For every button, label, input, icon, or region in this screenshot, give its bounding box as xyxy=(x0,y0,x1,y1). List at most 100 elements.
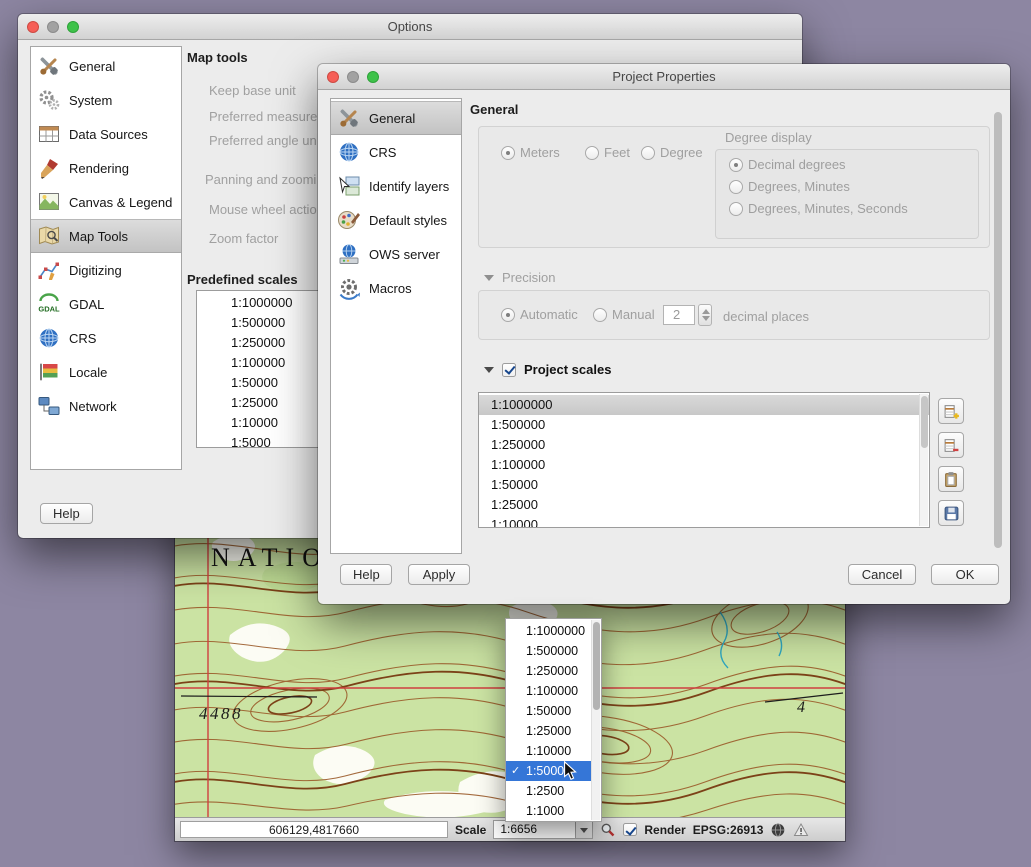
sidebar-item-macros[interactable]: Macros xyxy=(331,271,461,305)
sidebar-item-label: OWS server xyxy=(369,247,440,262)
window-title: Options xyxy=(18,14,802,40)
menu-item[interactable]: 1:100000 xyxy=(506,681,592,701)
scale-combobox[interactable]: 1:6656 xyxy=(493,820,593,839)
sidebar-item-network[interactable]: Network xyxy=(31,389,181,423)
radio-degrees-minutes[interactable]: Degrees, Minutes xyxy=(729,179,850,194)
radio-decimal-degrees[interactable]: Decimal degrees xyxy=(729,157,846,172)
save-scales-button[interactable] xyxy=(938,500,964,526)
sidebar-item-locale[interactable]: Locale xyxy=(31,355,181,389)
project-scales-header[interactable]: Project scales xyxy=(484,362,611,377)
options-titlebar[interactable]: Options xyxy=(18,14,802,40)
sidebar-item-canvas-legend[interactable]: Canvas & Legend xyxy=(31,185,181,219)
sidebar-item-map-tools[interactable]: Map Tools xyxy=(31,219,181,253)
add-scale-button[interactable] xyxy=(938,398,964,424)
sidebar-item-rendering[interactable]: Rendering xyxy=(31,151,181,185)
sidebar-item-default-styles[interactable]: Default styles xyxy=(331,203,461,237)
sidebar-item-identify-layers[interactable]: Identify layers xyxy=(331,169,461,203)
network-icon xyxy=(37,394,61,418)
sidebar-item-label: Default styles xyxy=(369,213,447,228)
sidebar-item-crs[interactable]: CRS xyxy=(331,135,461,169)
scale-combobox-value[interactable]: 1:6656 xyxy=(494,821,575,838)
radio-degree[interactable]: Degree xyxy=(641,145,703,160)
remove-scale-button[interactable] xyxy=(938,432,964,458)
sidebar-item-label: CRS xyxy=(369,145,396,160)
radio-manual[interactable]: Manual xyxy=(593,307,655,322)
radio-meters[interactable]: Meters xyxy=(501,145,560,160)
radio-button[interactable] xyxy=(729,158,743,172)
checkmark-icon: ✓ xyxy=(511,761,520,781)
spinner-stepper[interactable] xyxy=(698,304,712,326)
save-icon xyxy=(943,505,960,522)
locale-icon xyxy=(37,360,61,384)
precision-group: Automatic Manual 2 decimal places xyxy=(478,290,990,340)
decimal-places-spinner[interactable]: 2 xyxy=(663,304,712,326)
digitizing-icon xyxy=(37,258,61,282)
radio-button[interactable] xyxy=(641,146,655,160)
project-scales-list[interactable]: 1:1000000 1:500000 1:250000 1:100000 1:5… xyxy=(478,392,930,528)
radio-button[interactable] xyxy=(501,146,515,160)
list-item[interactable]: 1:100000 xyxy=(479,455,929,475)
help-button[interactable]: Help xyxy=(340,564,392,585)
magnifier-icon[interactable] xyxy=(600,822,616,838)
menu-item[interactable]: 1:1000000 xyxy=(506,621,592,641)
sidebar-item-label: Locale xyxy=(69,365,107,380)
sidebar-item-gdal[interactable]: GDAL GDAL xyxy=(31,287,181,321)
menu-item[interactable]: 1:10000 xyxy=(506,741,592,761)
globe-icon xyxy=(337,140,361,164)
list-item[interactable]: 1:250000 xyxy=(479,435,929,455)
crs-status-label: EPSG:26913 xyxy=(693,823,764,837)
ok-button[interactable]: OK xyxy=(931,564,999,585)
radio-button[interactable] xyxy=(593,308,607,322)
spinner-value[interactable]: 2 xyxy=(663,305,695,325)
load-scales-button[interactable] xyxy=(938,466,964,492)
radio-automatic[interactable]: Automatic xyxy=(501,307,578,322)
list-item[interactable]: 1:1000000 xyxy=(479,395,929,415)
list-item[interactable]: 1:500000 xyxy=(479,415,929,435)
gdal-icon: GDAL xyxy=(37,292,61,316)
sidebar-item-data-sources[interactable]: Data Sources xyxy=(31,117,181,151)
project-properties-titlebar[interactable]: Project Properties xyxy=(318,64,1010,90)
sidebar-item-crs[interactable]: CRS xyxy=(31,321,181,355)
menu-item[interactable]: 1:25000 xyxy=(506,721,592,741)
radio-button[interactable] xyxy=(729,202,743,216)
radio-degrees-minutes-seconds[interactable]: Degrees, Minutes, Seconds xyxy=(729,201,908,216)
option-label: Keep base unit xyxy=(209,83,296,98)
menu-item[interactable]: 1:50000 xyxy=(506,701,592,721)
globe-icon xyxy=(37,326,61,350)
sidebar-item-label: General xyxy=(69,59,115,74)
cancel-button[interactable]: Cancel xyxy=(848,564,916,585)
list-scrollbar[interactable] xyxy=(919,394,928,526)
precision-header[interactable]: Precision xyxy=(484,270,555,285)
sidebar-item-digitizing[interactable]: Digitizing xyxy=(31,253,181,287)
list-item[interactable]: 1:10000 xyxy=(479,515,929,528)
project-scales-checkbox[interactable] xyxy=(502,363,516,377)
sidebar-item-general[interactable]: General xyxy=(331,101,461,135)
scale-combobox-arrow[interactable] xyxy=(575,821,592,838)
sidebar-item-ows-server[interactable]: OWS server xyxy=(331,237,461,271)
map-label-elevation: 4488 xyxy=(199,704,243,723)
menu-scrollbar[interactable] xyxy=(591,620,600,820)
menu-item[interactable]: 1:2500 xyxy=(506,781,592,801)
radio-feet[interactable]: Feet xyxy=(585,145,630,160)
list-item[interactable]: 1:50000 xyxy=(479,475,929,495)
crs-status-icon[interactable] xyxy=(770,822,786,838)
apply-button[interactable]: Apply xyxy=(408,564,470,585)
sidebar-item-system[interactable]: System xyxy=(31,83,181,117)
log-messages-icon[interactable] xyxy=(793,822,809,838)
list-item[interactable]: 1:25000 xyxy=(479,495,929,515)
collapse-arrow-icon[interactable] xyxy=(484,367,494,373)
render-checkbox[interactable] xyxy=(623,823,637,836)
menu-item[interactable]: 1:1000 xyxy=(506,801,592,821)
collapse-arrow-icon[interactable] xyxy=(484,275,494,281)
radio-button[interactable] xyxy=(585,146,599,160)
menu-item[interactable]: 1:250000 xyxy=(506,661,592,681)
sidebar-item-label: Map Tools xyxy=(69,229,128,244)
sidebar-item-label: Macros xyxy=(369,281,412,296)
menu-item[interactable]: 1:500000 xyxy=(506,641,592,661)
radio-button[interactable] xyxy=(501,308,515,322)
coordinate-box[interactable]: 606129,4817660 xyxy=(180,821,448,838)
sidebar-item-general[interactable]: General xyxy=(31,49,181,83)
radio-button[interactable] xyxy=(729,180,743,194)
help-button[interactable]: Help xyxy=(40,503,93,524)
window-scrollbar[interactable] xyxy=(994,112,1002,548)
